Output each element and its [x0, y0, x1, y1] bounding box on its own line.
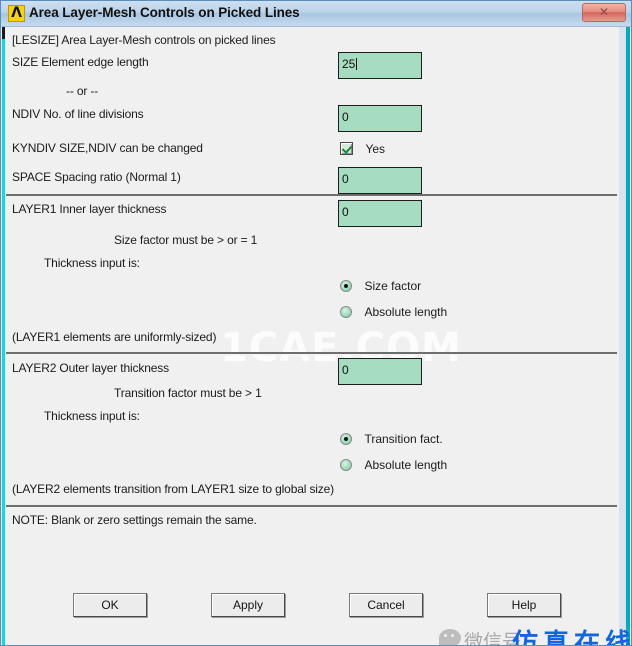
right-edge-accent — [626, 27, 630, 645]
ansys-app-icon: Λ — [8, 5, 25, 22]
right-edge-band — [619, 27, 626, 645]
size-input[interactable]: 25 — [338, 52, 422, 79]
kyndiv-checkbox-label: Yes — [365, 142, 386, 156]
window-title: Area Layer-Mesh Controls on Picked Lines — [29, 5, 300, 20]
divider-2 — [6, 352, 617, 355]
left-edge-shadow — [2, 27, 5, 39]
watermark-blue: 仿真在线 — [512, 629, 630, 645]
radio-selected-icon — [340, 433, 352, 445]
ndiv-input-value: 0 — [342, 110, 349, 124]
kyndiv-label: KYNDIV SIZE,NDIV can be changed — [12, 141, 203, 155]
left-edge-accent — [2, 27, 5, 645]
layer2-radio-transition-fact-label: Transition fact. — [364, 432, 443, 446]
layer2-input[interactable]: 0 — [338, 358, 422, 385]
layer1-input-prompt: Thickness input is: — [44, 256, 140, 270]
layer2-label: LAYER2 Outer layer thickness — [12, 361, 169, 375]
command-header: [LESIZE] Area Layer-Mesh controls on pic… — [12, 33, 276, 47]
ok-button[interactable]: OK — [73, 593, 147, 617]
space-label: SPACE Spacing ratio (Normal 1) — [12, 170, 181, 184]
layer1-radio-size-factor-label: Size factor — [364, 279, 422, 293]
size-label: SIZE Element edge length — [12, 55, 149, 69]
layer1-input[interactable]: 0 — [338, 200, 422, 227]
or-separator: -- or -- — [66, 84, 99, 98]
layer2-input-prompt: Thickness input is: — [44, 409, 140, 423]
layer1-input-value: 0 — [342, 205, 349, 219]
text-caret — [356, 58, 358, 70]
cancel-button[interactable]: Cancel — [349, 593, 423, 617]
radio-unselected-icon — [340, 306, 352, 318]
layer2-input-value: 0 — [342, 363, 349, 377]
layer2-footnote: (LAYER2 elements transition from LAYER1 … — [12, 482, 335, 496]
layer1-footnote: (LAYER1 elements are uniformly-sized) — [12, 330, 217, 344]
wechat-icon — [439, 629, 461, 645]
radio-selected-icon — [340, 280, 352, 292]
layer1-label: LAYER1 Inner layer thickness — [12, 202, 167, 216]
title-bar: Λ Area Layer-Mesh Controls on Picked Lin… — [1, 1, 631, 27]
layer1-radio-absolute-length[interactable]: Absolute length — [340, 303, 447, 321]
checkmark-icon — [340, 142, 353, 155]
ndiv-label: NDIV No. of line divisions — [12, 107, 144, 121]
layer2-radio-transition-fact[interactable]: Transition fact. — [340, 430, 443, 448]
layer2-radio-absolute-length-label: Absolute length — [364, 458, 448, 472]
layer2-hint: Transition factor must be > 1 — [114, 386, 262, 400]
layer1-hint: Size factor must be > or = 1 — [114, 233, 258, 247]
dialog-body: 1CAE.COM [LESIZE] Area Layer-Mesh contro… — [2, 27, 630, 645]
help-button[interactable]: Help — [487, 593, 561, 617]
dialog-window: Λ Area Layer-Mesh Controls on Picked Lin… — [0, 0, 632, 646]
space-input[interactable]: 0 — [338, 167, 422, 194]
kyndiv-checkbox[interactable]: Yes — [340, 140, 385, 158]
size-input-value: 25 — [342, 57, 356, 71]
close-icon[interactable]: ✕ — [582, 3, 626, 22]
layer1-radio-absolute-length-label: Absolute length — [364, 305, 448, 319]
divider-1 — [6, 194, 617, 197]
layer2-radio-absolute-length[interactable]: Absolute length — [340, 456, 447, 474]
ndiv-input[interactable]: 0 — [338, 105, 422, 132]
divider-3 — [6, 505, 617, 508]
watermark-wechat: 微信号 — [464, 631, 522, 645]
apply-button[interactable]: Apply — [211, 593, 285, 617]
layer1-radio-size-factor[interactable]: Size factor — [340, 277, 421, 295]
space-input-value: 0 — [342, 172, 349, 186]
note-text: NOTE: Blank or zero settings remain the … — [12, 513, 257, 527]
radio-unselected-icon — [340, 459, 352, 471]
